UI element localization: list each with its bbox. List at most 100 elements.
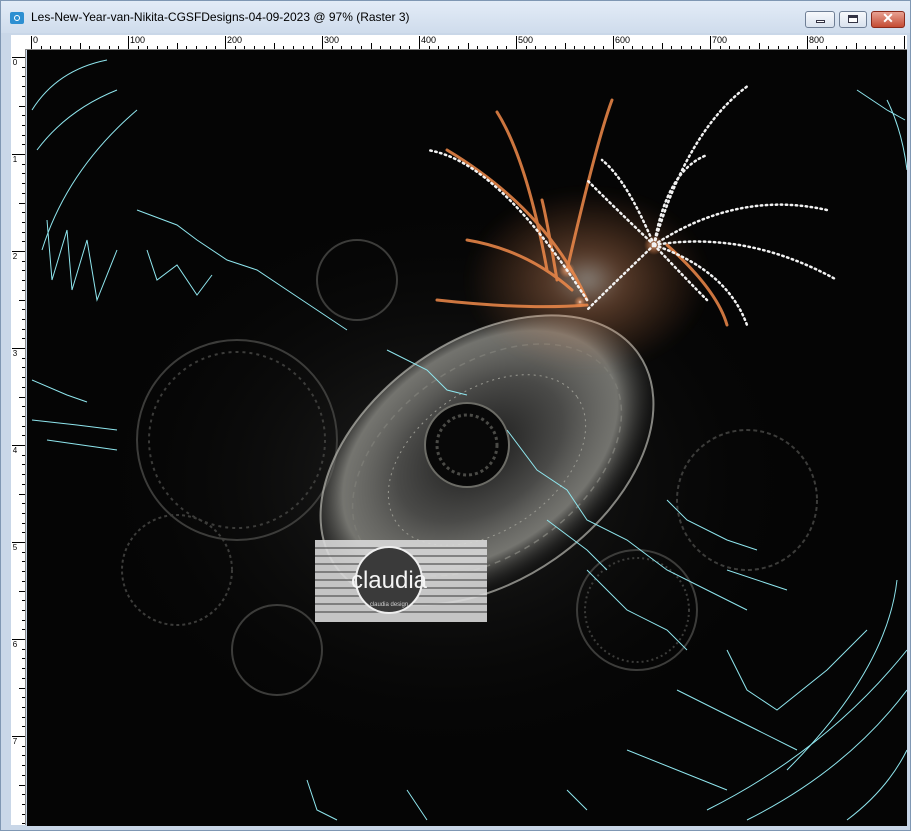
ruler-tick [545, 46, 547, 49]
ruler-tick [457, 46, 459, 49]
ruler-tick [22, 338, 25, 340]
ruler-label: 0 [33, 35, 39, 45]
ruler-tick [22, 260, 25, 262]
ruler-label: 6 [12, 640, 18, 649]
ruler-tick [22, 716, 25, 718]
ruler-tick [22, 503, 25, 505]
ruler-tick [419, 36, 420, 49]
ruler-tick [22, 755, 25, 757]
ruler-tick [22, 571, 25, 573]
ruler-label: 200 [227, 35, 243, 45]
ruler-tick [22, 386, 25, 388]
ruler-label: 300 [324, 35, 340, 45]
ruler-tick [225, 36, 226, 49]
ruler-tick [22, 619, 25, 621]
ruler-tick [176, 43, 178, 49]
camera-icon [10, 12, 24, 24]
ruler-tick [22, 95, 25, 97]
ruler-label: 400 [421, 35, 437, 45]
firework-glow [467, 190, 707, 370]
ruler-tick [157, 46, 159, 49]
ruler-tick [22, 212, 25, 214]
ruler-tick [428, 46, 430, 49]
ruler-tick [613, 36, 614, 49]
ruler-tick [22, 745, 25, 747]
ruler-tick [98, 46, 100, 49]
maximize-icon [848, 15, 858, 23]
ruler-label: 100 [130, 35, 146, 45]
ruler-tick [22, 231, 25, 233]
ruler-tick [758, 43, 760, 49]
ruler-tick [195, 46, 197, 49]
ruler-tick [22, 774, 25, 776]
close-button[interactable]: ✕ [871, 10, 905, 28]
ruler-tick [22, 289, 25, 291]
image-document-window: Les-New-Year-van-Nikita-CGSFDesigns-04-0… [0, 0, 911, 831]
ruler-tick [22, 425, 25, 427]
ruler-tick [22, 115, 25, 117]
minimize-button[interactable] [805, 11, 835, 28]
ruler-tick [22, 76, 25, 78]
ruler-tick [884, 46, 886, 49]
ruler-tick [22, 367, 25, 369]
ruler-tick [855, 43, 857, 49]
window-title: Les-New-Year-van-Nikita-CGSFDesigns-04-0… [31, 10, 410, 24]
ruler-label: 800 [809, 35, 825, 45]
ruler-tick [341, 46, 343, 49]
ruler-label: 7 [12, 737, 18, 746]
ruler-tick [22, 280, 25, 282]
ruler-tick [22, 726, 25, 728]
ruler-label: 500 [518, 35, 534, 45]
ruler-tick [22, 192, 25, 194]
ruler-tick [244, 46, 246, 49]
ruler-tick [50, 46, 52, 49]
ruler-tick [19, 590, 25, 592]
ruler-tick [22, 454, 25, 456]
ruler-tick [360, 46, 362, 49]
ruler-tick [448, 46, 450, 49]
image-canvas[interactable]: claudia claudia design [27, 50, 907, 826]
ruler-tick [19, 299, 25, 301]
ruler-tick [477, 46, 479, 49]
ruler-tick [166, 46, 168, 49]
ruler-tick [215, 46, 217, 49]
ruler-tick [22, 522, 25, 524]
ruler-tick [273, 43, 275, 49]
maximize-button[interactable] [839, 11, 867, 28]
ruler-tick [603, 46, 605, 49]
ruler-tick [22, 377, 25, 379]
ruler-tick [554, 46, 556, 49]
ruler-tick [642, 46, 644, 49]
ruler-tick [564, 43, 566, 49]
title-bar[interactable]: Les-New-Year-van-Nikita-CGSFDesigns-04-0… [1, 1, 910, 33]
ruler-tick [739, 46, 741, 49]
ruler-tick [496, 46, 498, 49]
ruler-tick [322, 36, 323, 49]
ruler-tick [516, 36, 517, 49]
ruler-tick [79, 43, 81, 49]
ruler-tick [710, 36, 711, 49]
ruler-tick [22, 765, 25, 767]
ruler-tick [351, 46, 353, 49]
ruler-tick [836, 46, 838, 49]
ruler-tick [331, 46, 333, 49]
ruler-tick [506, 46, 508, 49]
ruler-tick [22, 823, 25, 825]
ruler-tick [719, 46, 721, 49]
ruler-tick [22, 144, 25, 146]
ruler-tick [807, 36, 808, 49]
ruler-tick [816, 46, 818, 49]
ruler-tick [22, 173, 25, 175]
ruler-tick [370, 43, 372, 49]
ruler-tick [700, 46, 702, 49]
ruler-tick [22, 706, 25, 708]
ruler-tick [380, 46, 382, 49]
ruler-tick [22, 134, 25, 136]
ruler-tick [904, 36, 905, 49]
ruler-tick [874, 46, 876, 49]
ruler-tick [525, 46, 527, 49]
ruler-tick [22, 124, 25, 126]
ruler-tick [19, 396, 25, 398]
ruler-tick [22, 629, 25, 631]
ruler-tick [22, 309, 25, 311]
